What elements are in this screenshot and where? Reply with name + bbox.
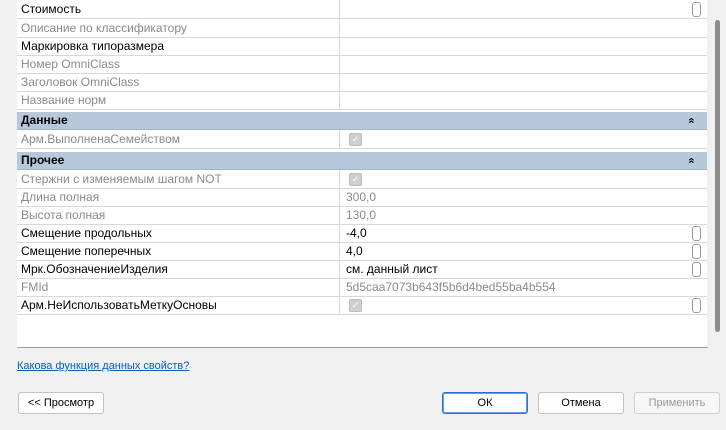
property-name: Высота полная [17, 206, 340, 224]
property-name: Арм.НеИспользоватьМеткуОсновы [17, 296, 340, 314]
property-name: Смещение поперечных [17, 242, 340, 260]
property-row-omniclass-number[interactable]: Номер OmniClass [17, 55, 707, 74]
property-value[interactable]: см. данный лист [346, 260, 688, 278]
property-value: ✓ [346, 296, 688, 314]
group-title: Данные [21, 113, 68, 127]
property-row-variable-spacing[interactable]: Стержни с изменяемым шагом NOT ✓ [17, 170, 707, 189]
property-row-type-mark[interactable]: Маркировка типоразмера [17, 37, 707, 56]
property-name: FMId [17, 278, 340, 296]
property-row-total-length[interactable]: Длина полная 300,0 [17, 188, 707, 207]
property-row-product-designation[interactable]: Мрк.ОбозначениеИзделия см. данный лист [17, 260, 707, 279]
edit-button[interactable] [692, 244, 701, 259]
edit-button[interactable] [692, 262, 701, 277]
property-name: Стоимость [17, 0, 340, 18]
checkbox-checked-icon[interactable]: ✓ [349, 299, 362, 312]
group-title: Прочее [21, 153, 65, 167]
property-value[interactable] [346, 0, 688, 18]
property-row-family-made[interactable]: Арм.ВыполненаСемейством ✓ [17, 130, 707, 149]
property-value: ✓ [346, 130, 688, 148]
property-row-classifier-description[interactable]: Описание по классификатору [17, 19, 707, 38]
edit-button[interactable] [692, 2, 701, 17]
property-value: 130,0 [346, 208, 377, 222]
properties-grid: Стоимость Описание по классификатору Мар… [17, 0, 708, 348]
property-value[interactable] [346, 37, 688, 55]
property-value [346, 73, 688, 91]
ok-button[interactable]: ОК [442, 392, 528, 414]
property-value [346, 19, 688, 37]
property-row-longitudinal-offset[interactable]: Смещение продольных -4,0 [17, 224, 707, 243]
collapse-up-icon[interactable]: » [684, 114, 701, 128]
property-row-cost[interactable]: Стоимость [17, 0, 707, 19]
property-value[interactable]: 4,0 [346, 242, 688, 260]
property-row-omniclass-title[interactable]: Заголовок OmniClass [17, 73, 707, 92]
group-header-data[interactable]: Данные » [17, 112, 707, 130]
property-value [346, 91, 688, 109]
scrollbar-thumb[interactable] [715, 20, 720, 332]
property-name: Смещение продольных [17, 224, 340, 242]
property-name: Маркировка типоразмера [17, 37, 340, 55]
property-value: 5d5caa7073b643f5b6d4bed55ba4b554 [346, 280, 556, 294]
property-name: Описание по классификатору [17, 19, 340, 37]
property-row-no-base-mark[interactable]: Арм.НеИспользоватьМеткуОсновы ✓ [17, 296, 707, 315]
property-value: 300,0 [346, 190, 377, 204]
group-header-other[interactable]: Прочее » [17, 152, 707, 170]
help-link[interactable]: Какова функция данных свойств? [17, 360, 189, 372]
checkbox-checked-icon[interactable]: ✓ [349, 133, 362, 146]
vertical-scrollbar[interactable] [707, 0, 726, 347]
property-name: Номер OmniClass [17, 55, 340, 73]
cancel-button[interactable]: Отмена [538, 392, 624, 414]
property-name: Название норм [17, 91, 340, 109]
property-name: Заголовок OmniClass [17, 73, 340, 91]
collapse-up-icon[interactable]: » [684, 154, 701, 168]
property-row-total-height[interactable]: Высота полная 130,0 [17, 206, 707, 225]
property-name: Мрк.ОбозначениеИзделия [17, 260, 340, 278]
preview-button[interactable]: << Просмотр [18, 392, 104, 414]
property-row-transverse-offset[interactable]: Смещение поперечных 4,0 [17, 242, 707, 261]
property-name: Длина полная [17, 188, 340, 206]
checkbox-checked-icon[interactable]: ✓ [349, 173, 362, 186]
property-row-fmid[interactable]: FMId 5d5caa7073b643f5b6d4bed55ba4b554 [17, 278, 707, 297]
property-name: Стержни с изменяемым шагом NOT [17, 170, 340, 188]
edit-button[interactable] [692, 226, 701, 241]
property-value[interactable]: -4,0 [346, 224, 688, 242]
property-value [346, 55, 688, 73]
property-row-code-name[interactable]: Название норм [17, 91, 707, 110]
property-value: ✓ [346, 170, 688, 188]
edit-button[interactable] [692, 298, 701, 313]
apply-button[interactable]: Применить [634, 392, 720, 414]
property-name: Арм.ВыполненаСемейством [17, 130, 340, 148]
